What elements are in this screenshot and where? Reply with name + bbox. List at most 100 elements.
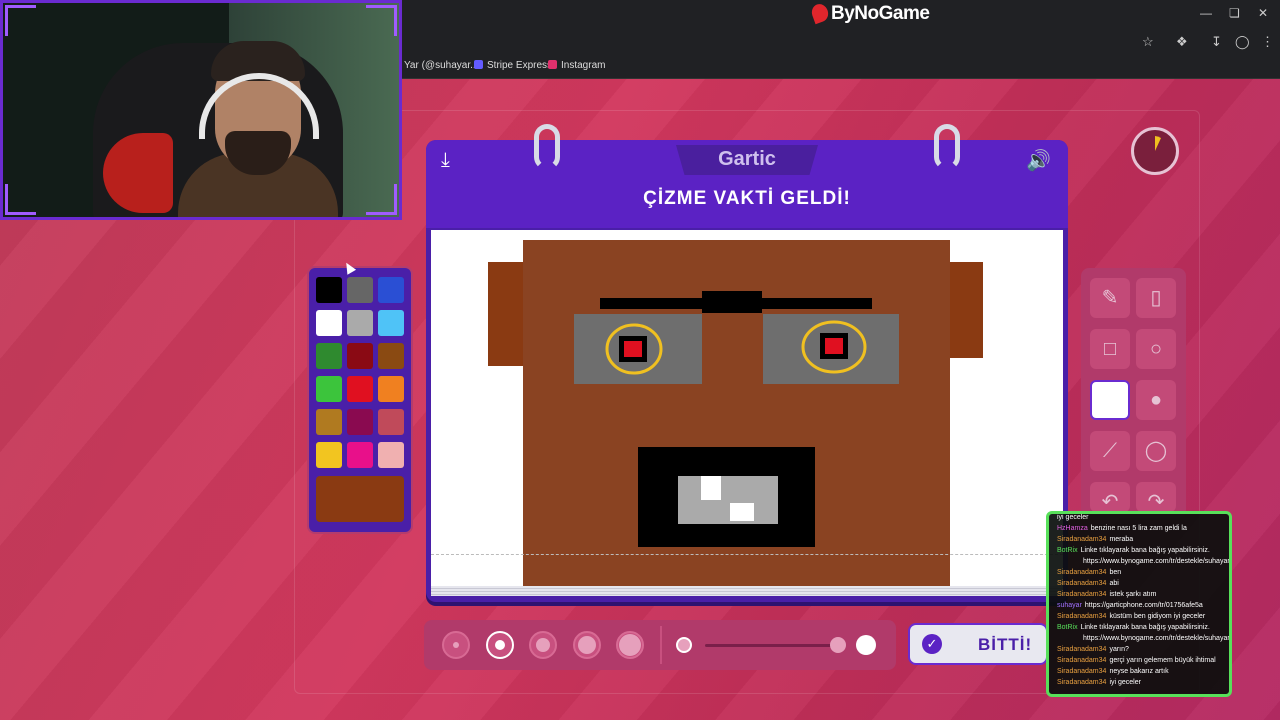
chat-message: suhayar https://garticphone.com/tr/01756a… — [1057, 601, 1203, 610]
gaming-chair-accent — [103, 133, 173, 213]
brand-name: ByNoGame — [831, 3, 930, 24]
chat-message: iyi geceler — [1057, 514, 1089, 522]
color-swatch[interactable] — [316, 343, 342, 369]
brush-size-button[interactable] — [442, 631, 470, 659]
color-swatch[interactable] — [378, 442, 404, 468]
brush-size-dot — [536, 638, 550, 652]
chat-username: HzHamza — [1057, 525, 1088, 532]
color-swatch[interactable] — [378, 343, 404, 369]
eyebrow-bridge — [702, 291, 762, 313]
chat-text: ben — [1109, 569, 1122, 576]
download-drawing-icon[interactable]: ⤓ — [441, 149, 450, 172]
ellipse-filled-icon[interactable]: ● — [1136, 380, 1176, 420]
chat-username: Siradanadam34 — [1057, 569, 1107, 576]
color-swatch[interactable] — [347, 343, 373, 369]
chat-message: Siradanadam34 abi — [1057, 579, 1119, 588]
timer-dial — [1155, 136, 1161, 151]
brand-logo: ByNoGame — [809, 1, 930, 25]
ellipse-outline-icon[interactable]: ○ — [1136, 329, 1176, 369]
chat-text: https://garticphone.com/tr/01756afe5a — [1084, 602, 1203, 609]
rectangle-outline-icon[interactable]: □ — [1090, 329, 1130, 369]
chat-text: abi — [1109, 580, 1119, 587]
chat-message: Siradanadam34 neyse bakarız artık — [1057, 667, 1169, 676]
chat-message: Siradanadam34 yarın? — [1057, 645, 1129, 654]
brush-size-button[interactable] — [616, 631, 644, 659]
redo-icon[interactable]: ↷ — [1136, 482, 1176, 513]
color-swatch[interactable] — [378, 277, 404, 303]
left-ear — [488, 262, 524, 366]
gartic-logo: Gartic — [676, 145, 818, 175]
color-swatch[interactable] — [347, 409, 373, 435]
color-swatch[interactable] — [316, 442, 342, 468]
color-swatch[interactable] — [316, 376, 342, 402]
brush-size-button[interactable] — [529, 631, 557, 659]
pencil-icon[interactable]: ✎ — [1090, 278, 1130, 318]
webcam-overlay — [0, 0, 402, 220]
chat-username: Siradanadam34 — [1057, 536, 1107, 543]
chat-text: iyi geceler — [1109, 679, 1141, 686]
color-swatch[interactable] — [378, 310, 404, 336]
bookmark-item[interactable]: Yar (@suhayar... — [404, 60, 478, 71]
chat-username: Siradanadam34 — [1057, 613, 1107, 620]
chat-message: BotRix Linke tıklayarak bana bağış yapabi… — [1057, 623, 1210, 632]
divider — [660, 626, 662, 664]
fill-bucket-icon[interactable]: ◯ — [1136, 431, 1176, 471]
color-swatch[interactable] — [347, 277, 373, 303]
brush-size-dot — [619, 634, 641, 656]
bookmark-item[interactable]: Instagram — [548, 60, 605, 71]
sound-icon[interactable]: 🔊 — [1026, 148, 1051, 173]
chat-username: Siradanadam34 — [1057, 657, 1107, 664]
chat-text: meraba — [1109, 536, 1134, 543]
opacity-low-icon — [676, 637, 692, 653]
drawing-canvas[interactable] — [431, 230, 1063, 588]
undo-icon[interactable]: ↶ — [1090, 482, 1130, 513]
done-button-label: BİTTİ! — [978, 635, 1033, 654]
left-pupil — [624, 341, 642, 357]
chat-message: Siradanadam34 ben — [1057, 568, 1121, 577]
stream-chat: iyi geceler HzHamza benzine nası 5 lira za… — [1046, 511, 1232, 697]
menu-icon[interactable]: ⋮ — [1261, 34, 1274, 50]
brush-size-dot — [494, 640, 505, 650]
rectangle-filled-icon[interactable]: ■ — [1090, 380, 1130, 420]
color-swatch[interactable] — [316, 310, 342, 336]
chat-text: Linke tıklayarak bana bağış yapabilirsin… — [1080, 547, 1210, 554]
color-swatch[interactable] — [347, 442, 373, 468]
timer-icon — [1131, 127, 1179, 175]
color-swatch[interactable] — [378, 376, 404, 402]
bookmark-star-icon[interactable]: ☆ — [1142, 34, 1154, 50]
chat-text: küstüm ben gidiyom iyi geceler — [1109, 613, 1206, 620]
opacity-slider-handle[interactable] — [830, 637, 846, 653]
brush-size-button[interactable] — [485, 631, 514, 659]
color-swatch[interactable] — [347, 376, 373, 402]
webcam-frame-corner — [366, 5, 397, 36]
chat-text: https://www.bynogame.com/tr/destekle/suh… — [1083, 635, 1230, 642]
line-icon[interactable]: ⟋ — [1090, 431, 1130, 471]
color-swatch[interactable] — [316, 409, 342, 435]
webcam-frame-corner — [5, 184, 36, 215]
teeth — [678, 476, 778, 524]
timer-progress — [1155, 136, 1161, 151]
minimize-icon[interactable]: — — [1200, 6, 1212, 20]
chat-username: Siradanadam34 — [1057, 591, 1107, 598]
board-ring — [934, 124, 960, 170]
download-icon[interactable]: ↧ — [1211, 34, 1222, 50]
opacity-slider[interactable] — [705, 644, 845, 647]
done-button[interactable]: ✓ BİTTİ! — [908, 623, 1048, 665]
color-swatch[interactable] — [347, 310, 373, 336]
right-pupil — [825, 338, 843, 354]
tooth-highlight — [701, 476, 721, 500]
extensions-icon[interactable]: ❖ — [1176, 34, 1188, 50]
close-icon[interactable]: ✕ — [1258, 6, 1268, 20]
bookmark-item[interactable]: Stripe Express — [474, 60, 552, 71]
chat-text: yarın? — [1109, 646, 1129, 653]
chat-message: https://www.bynogame.com/tr/destekle/suh… — [1083, 557, 1229, 566]
chat-text: Linke tıklayarak bana bağış yapabilirsin… — [1080, 624, 1210, 631]
profile-icon[interactable]: ◯ — [1235, 34, 1250, 50]
chat-username: Siradanadam34 — [1057, 580, 1107, 587]
eraser-icon[interactable]: ▯ — [1136, 278, 1176, 318]
chat-username: Siradanadam34 — [1057, 679, 1107, 686]
color-swatch[interactable] — [378, 409, 404, 435]
restore-icon[interactable]: ❏ — [1229, 6, 1240, 20]
brush-size-button[interactable] — [572, 631, 601, 659]
color-swatch[interactable] — [316, 277, 342, 303]
